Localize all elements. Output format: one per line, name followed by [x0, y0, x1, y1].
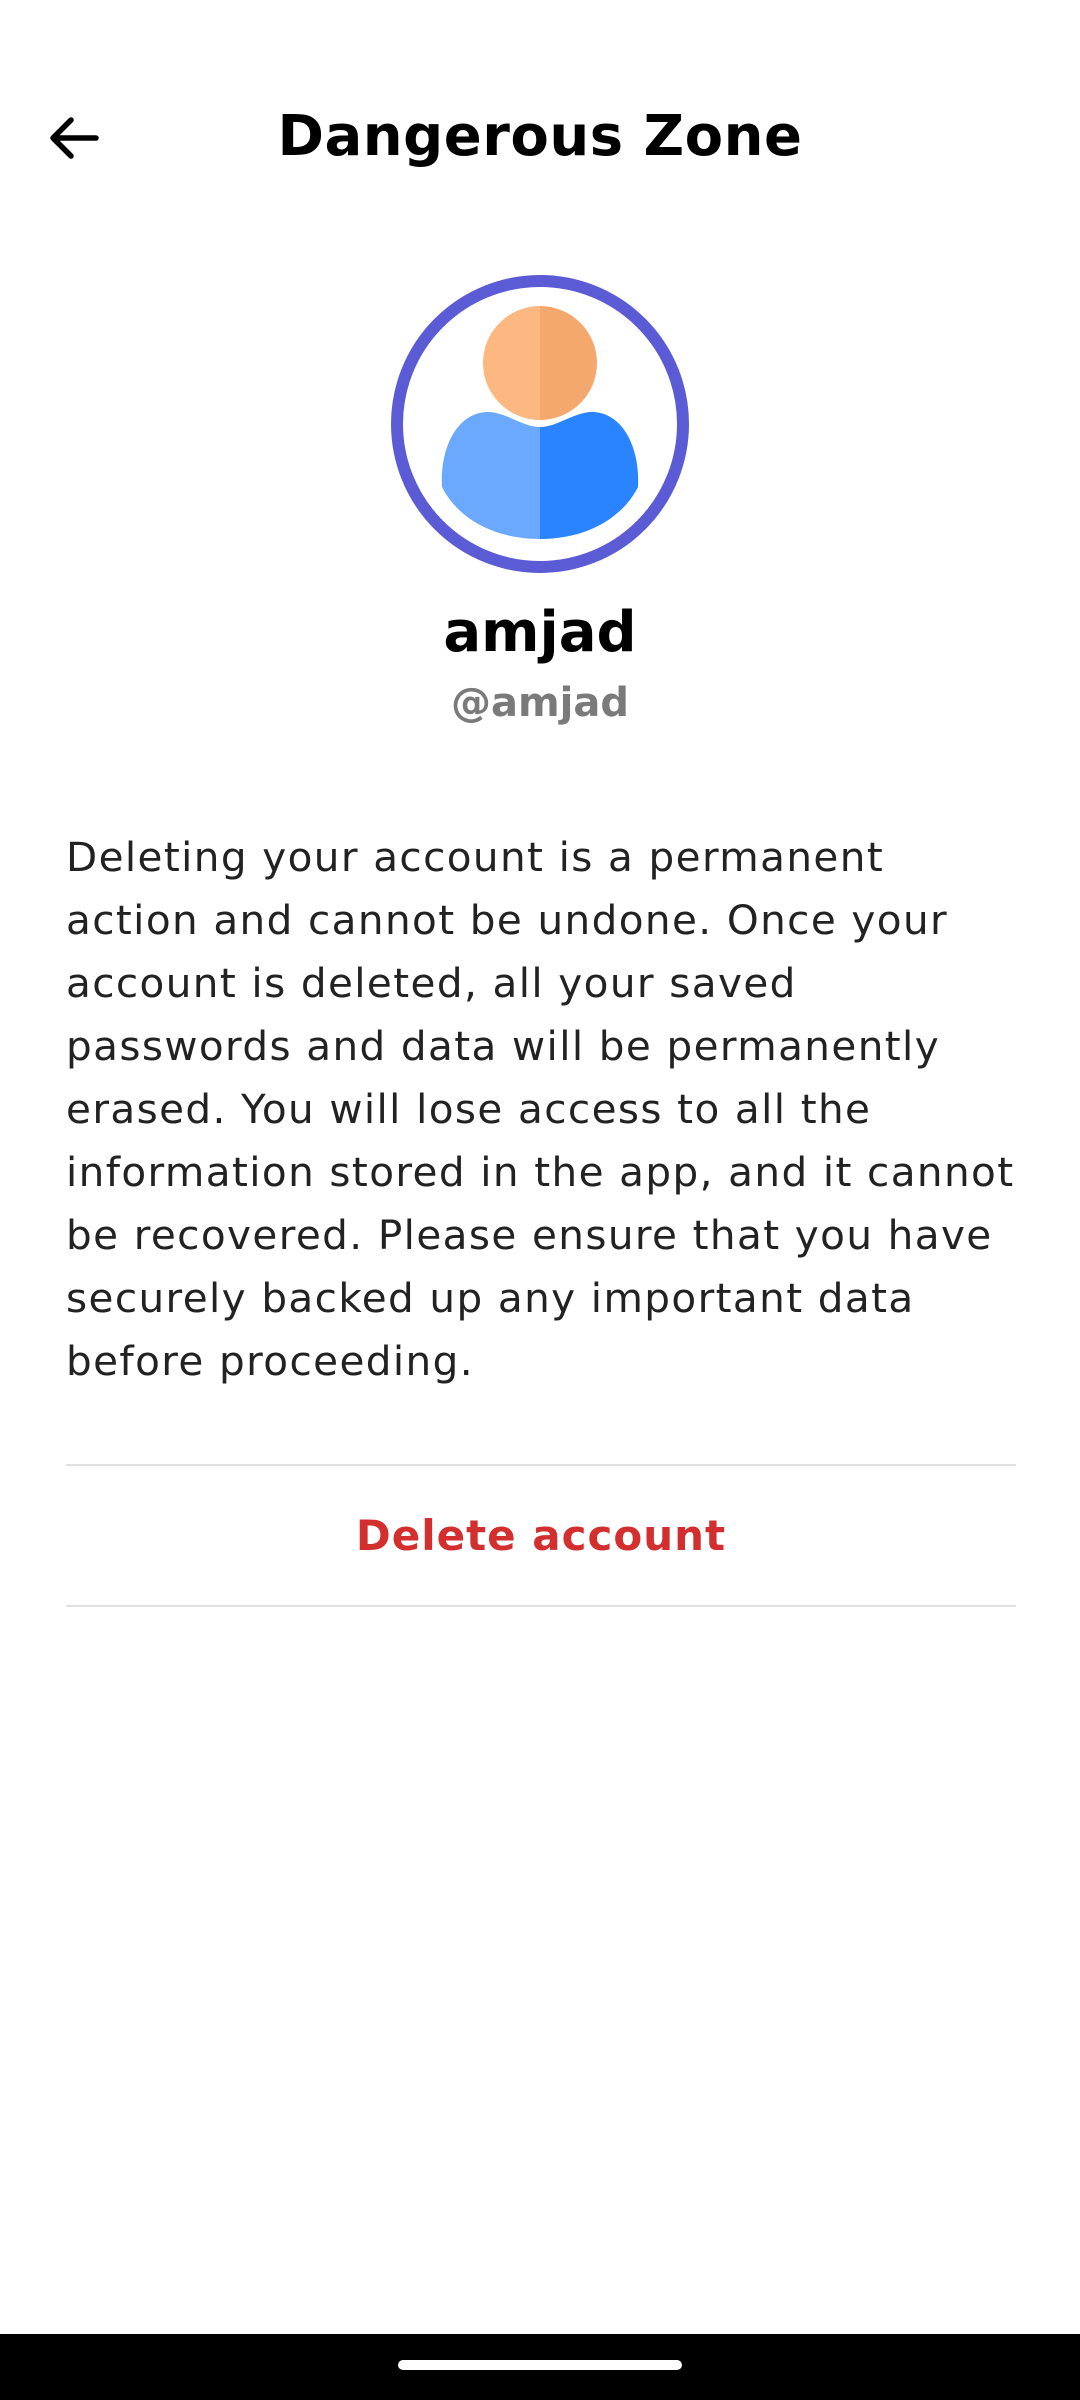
- home-indicator[interactable]: [398, 2360, 682, 2370]
- avatar: [390, 274, 690, 574]
- page-title: Dangerous Zone: [277, 104, 803, 169]
- delete-account-button[interactable]: Delete account: [66, 1466, 1016, 1605]
- user-avatar-icon: [391, 275, 689, 573]
- divider: [66, 1605, 1016, 1607]
- username: @amjad: [450, 680, 629, 726]
- app-header: Dangerous Zone: [0, 82, 1080, 192]
- display-name: amjad: [443, 600, 637, 665]
- delete-warning-text: Deleting your account is a permanent act…: [66, 833, 1015, 1385]
- dangerous-zone-screen: Dangerous Zone amjad @amjad Deleting you…: [0, 0, 1080, 2400]
